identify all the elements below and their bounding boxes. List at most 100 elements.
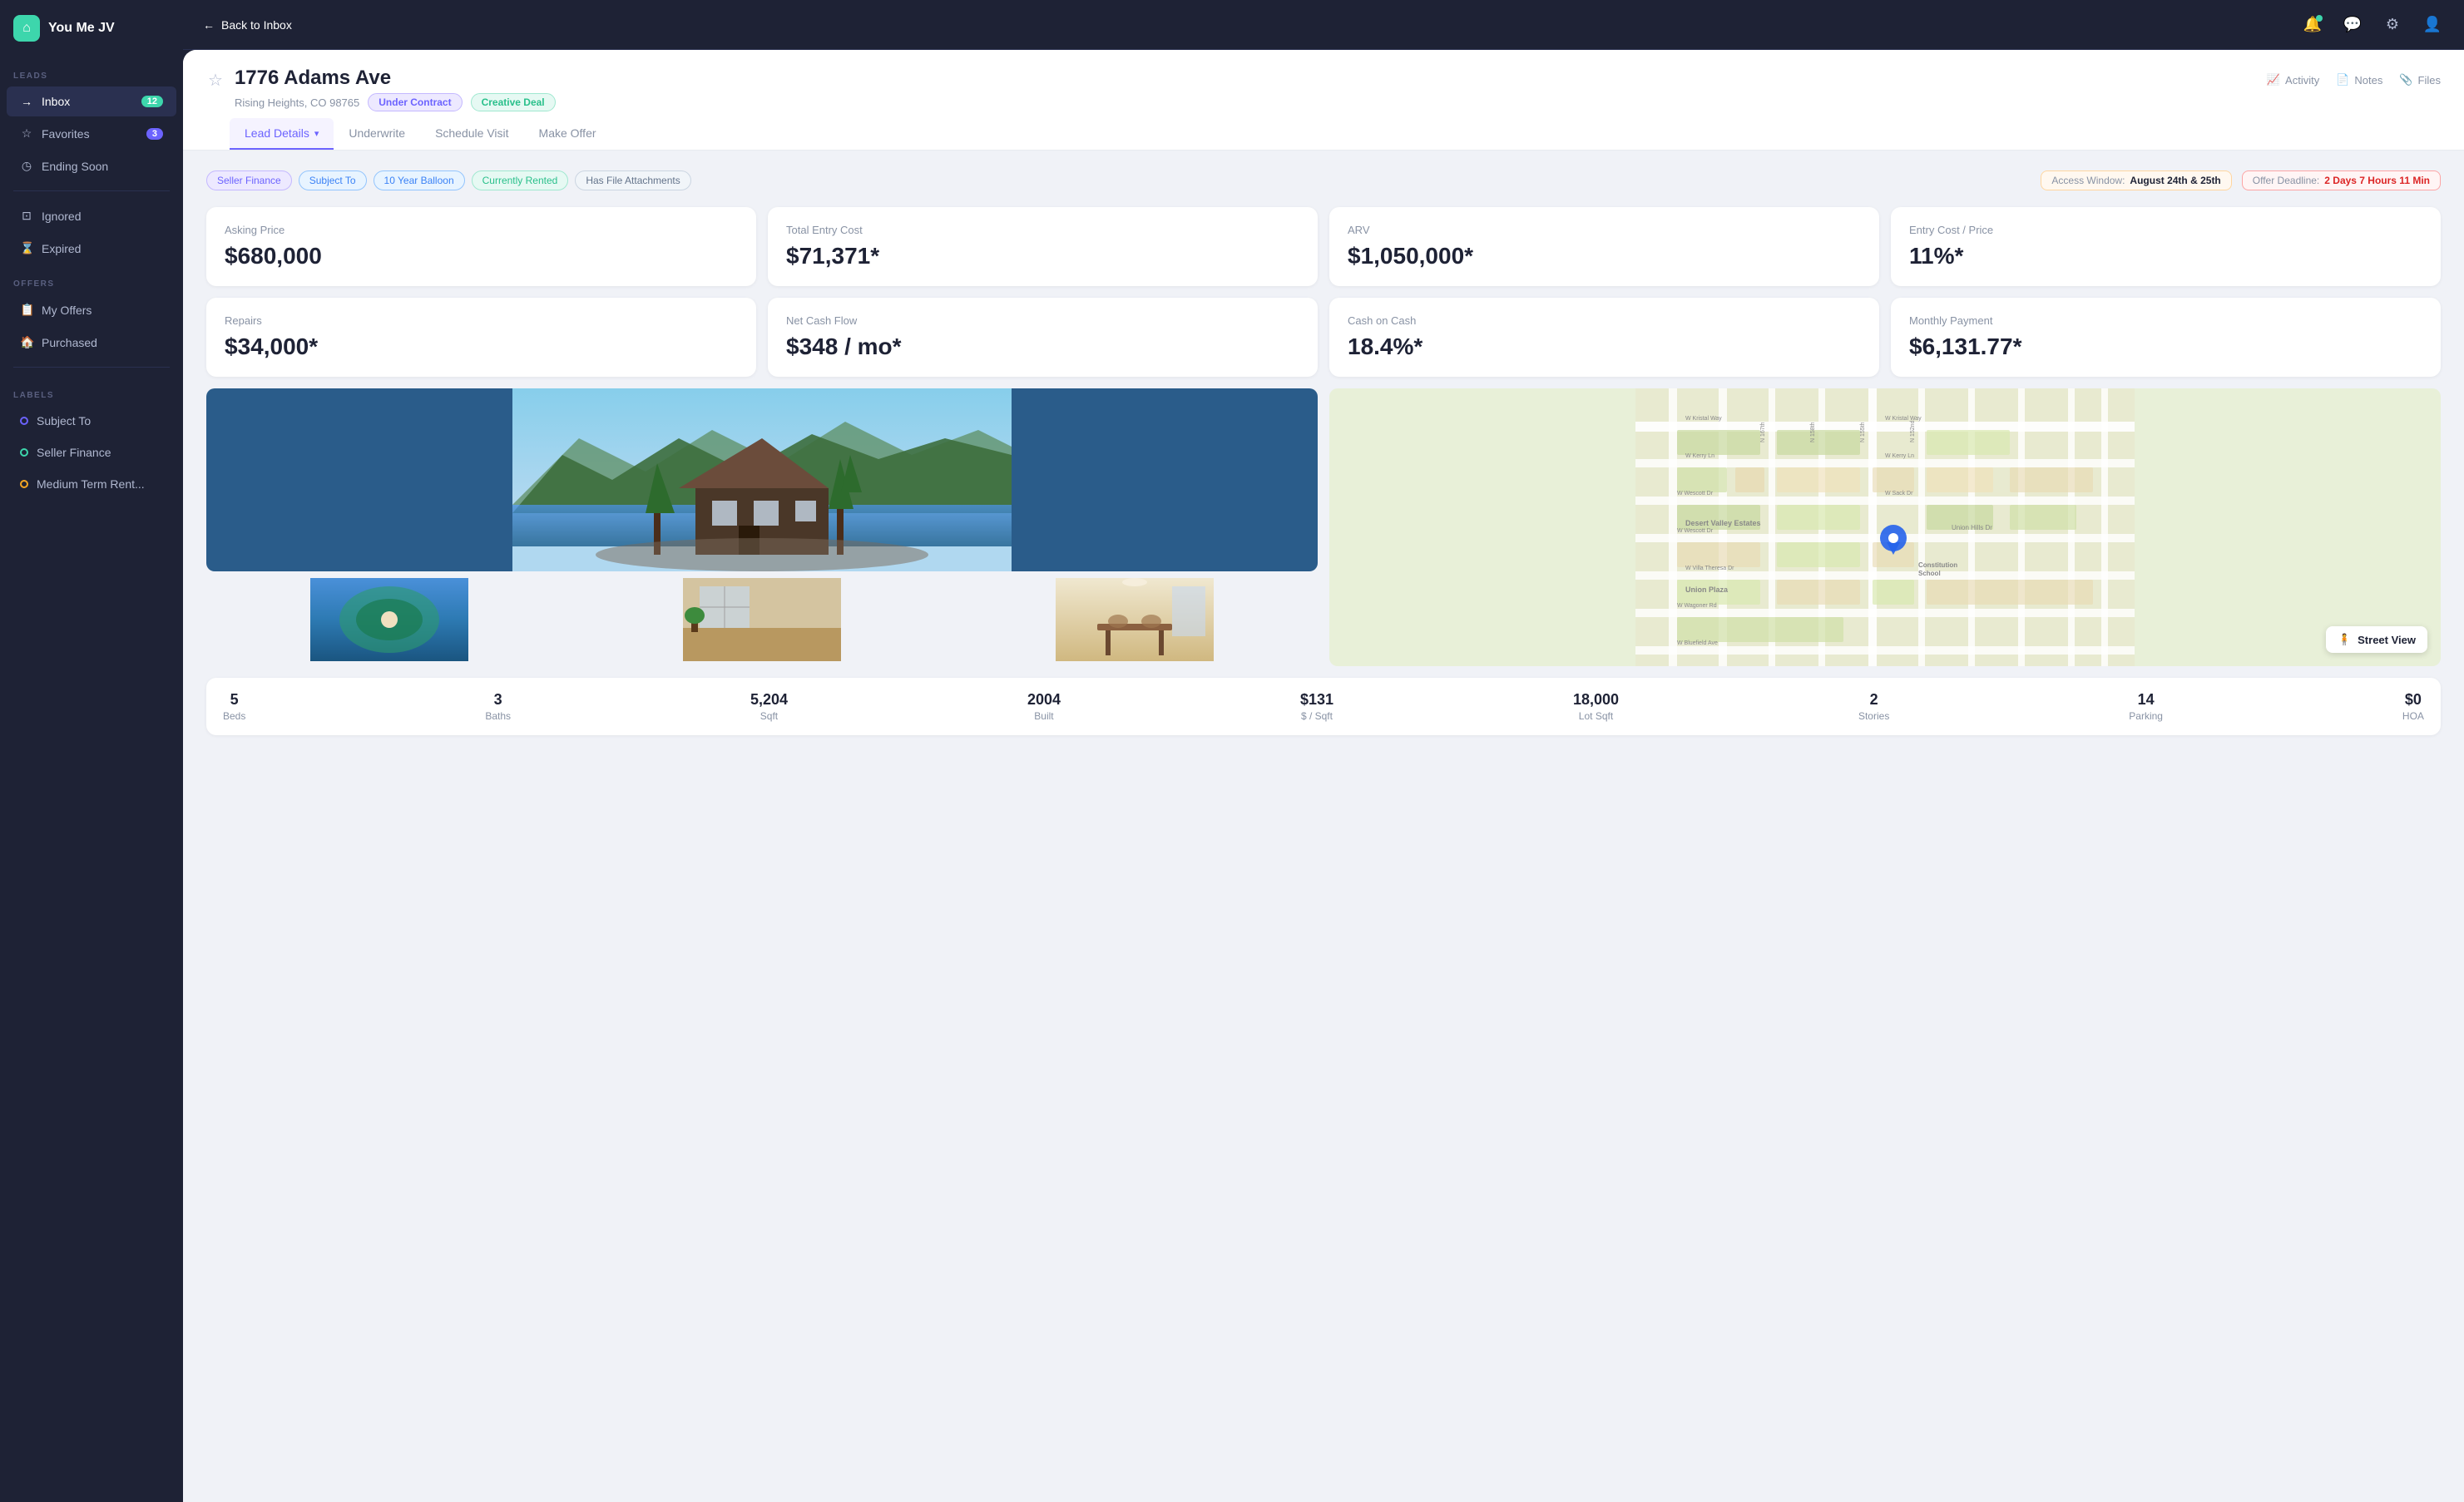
notes-button[interactable]: 📄 Notes — [2336, 67, 2382, 93]
sqft-label: Sqft — [750, 710, 788, 722]
stat-value-monthly-payment: $6,131.77* — [1909, 334, 2422, 360]
tab-make-offer[interactable]: Make Offer — [524, 118, 611, 150]
prop-stat-baths: 3 Baths — [485, 691, 511, 722]
stat-card-repairs: Repairs $34,000* — [206, 298, 756, 377]
svg-text:W Kerry Ln: W Kerry Ln — [1885, 453, 1914, 459]
profile-icon[interactable]: 👤 — [2421, 13, 2444, 37]
stat-value-net-cash-flow: $348 / mo* — [786, 334, 1299, 360]
svg-text:W Wescott Dr: W Wescott Dr — [1677, 491, 1714, 497]
leads-section-label: LEADS — [0, 57, 183, 86]
label-dot-medium-term — [20, 480, 28, 488]
svg-text:W Wagoner Rd: W Wagoner Rd — [1677, 603, 1717, 609]
prop-stat-parking: 14 Parking — [2129, 691, 2163, 722]
price-sqft-label: $ / Sqft — [1300, 710, 1333, 722]
inbox-badge: 12 — [141, 96, 163, 107]
sidebar-item-label-ending-soon: Ending Soon — [42, 160, 108, 173]
sidebar-item-my-offers[interactable]: 📋 My Offers — [7, 294, 176, 325]
property-info: 1776 Adams Ave Rising Heights, CO 98765 … — [235, 67, 2257, 111]
svg-text:Constitution: Constitution — [1918, 561, 1957, 569]
property-header: ☆ 1776 Adams Ave Rising Heights, CO 9876… — [183, 50, 2464, 151]
tag-10-year-balloon: 10 Year Balloon — [374, 170, 465, 190]
divider-2 — [13, 367, 170, 368]
notification-dot — [2316, 15, 2323, 22]
property-title-row: ☆ 1776 Adams Ave Rising Heights, CO 9876… — [206, 67, 2441, 111]
sidebar-item-label-seller-finance[interactable]: Seller Finance — [7, 437, 176, 467]
thumbnail-3[interactable] — [952, 578, 1318, 661]
svg-text:W Kristal Way: W Kristal Way — [1685, 416, 1722, 422]
sidebar-item-expired[interactable]: ⌛ Expired — [7, 233, 176, 264]
tab-lead-details[interactable]: Lead Details ▾ — [230, 118, 334, 150]
svg-text:N 167th: N 167th — [1760, 422, 1766, 442]
stories-label: Stories — [1858, 710, 1889, 722]
files-icon: 📎 — [2399, 73, 2412, 86]
prop-stat-price-sqft: $131 $ / Sqft — [1300, 691, 1333, 722]
label-text-medium-term: Medium Term Rent... — [37, 477, 145, 491]
thumbnail-2[interactable] — [579, 578, 945, 661]
svg-text:N 155th: N 155th — [1860, 422, 1866, 442]
stat-value-cash-on-cash: 18.4%* — [1348, 334, 1861, 360]
sidebar-item-label-ignored: Ignored — [42, 210, 81, 223]
labels-section-label: LABELS — [0, 376, 183, 405]
files-button[interactable]: 📎 Files — [2399, 67, 2441, 93]
activity-button[interactable]: 📈 Activity — [2267, 67, 2319, 93]
svg-text:W Sack Dr: W Sack Dr — [1885, 491, 1913, 497]
baths-label: Baths — [485, 710, 511, 722]
tags-row: Seller Finance Subject To 10 Year Balloo… — [206, 170, 2441, 190]
lot-sqft-value: 18,000 — [1573, 691, 1619, 709]
tab-lead-details-label: Lead Details — [245, 126, 309, 140]
tab-schedule-visit[interactable]: Schedule Visit — [420, 118, 523, 150]
sidebar-item-purchased[interactable]: 🏠 Purchased — [7, 327, 176, 358]
parking-label: Parking — [2129, 710, 2163, 722]
inbox-icon: → — [20, 95, 33, 108]
stat-card-net-cash-flow: Net Cash Flow $348 / mo* — [768, 298, 1318, 377]
beds-label: Beds — [223, 710, 245, 722]
divider-1 — [13, 190, 170, 191]
street-view-button[interactable]: 🧍 Street View — [2326, 626, 2427, 653]
notification-icon[interactable]: 🔔 — [2301, 13, 2324, 37]
back-button[interactable]: ← Back to Inbox — [203, 18, 292, 32]
activity-label: Activity — [2285, 74, 2319, 86]
offer-deadline-label: Offer Deadline: — [2253, 175, 2320, 186]
main-photo[interactable] — [206, 388, 1318, 571]
deal-type-badge: Creative Deal — [471, 93, 556, 111]
lot-sqft-label: Lot Sqft — [1573, 710, 1619, 722]
sidebar-item-label-medium-term[interactable]: Medium Term Rent... — [7, 469, 176, 499]
offers-section-label: OFFERS — [0, 264, 183, 294]
offer-deadline-badge: Offer Deadline: 2 Days 7 Hours 11 Min — [2242, 170, 2441, 190]
bottom-grid: W Kristal Way W Kristal Way W Kerry Ln W… — [206, 388, 2441, 666]
tab-underwrite[interactable]: Underwrite — [334, 118, 420, 150]
tab-make-offer-label: Make Offer — [539, 126, 596, 140]
svg-text:Desert Valley Estates: Desert Valley Estates — [1685, 519, 1761, 527]
purchased-icon: 🏠 — [20, 335, 33, 349]
settings-icon[interactable]: ⚙ — [2381, 13, 2404, 37]
clock-icon: ◷ — [20, 159, 33, 173]
offer-deadline-value: 2 Days 7 Hours 11 Min — [2324, 175, 2430, 186]
star-button[interactable]: ☆ — [206, 68, 225, 92]
svg-text:W Bluefield Ave: W Bluefield Ave — [1677, 640, 1718, 646]
thumbnail-1[interactable] — [206, 578, 572, 661]
stat-label-total-entry-cost: Total Entry Cost — [786, 224, 1299, 236]
stat-label-repairs: Repairs — [225, 314, 738, 327]
sidebar-item-label-expired: Expired — [42, 242, 81, 255]
sidebar-item-inbox[interactable]: → Inbox 12 — [7, 86, 176, 116]
prop-stat-sqft: 5,204 Sqft — [750, 691, 788, 722]
stat-card-entry-cost-price: Entry Cost / Price 11%* — [1891, 207, 2441, 286]
status-badge: Under Contract — [368, 93, 462, 111]
app-name: You Me JV — [48, 21, 115, 36]
prop-stat-beds: 5 Beds — [223, 691, 245, 722]
sidebar-item-favorites[interactable]: ☆ Favorites 3 — [7, 118, 176, 149]
sidebar: ⌂ You Me JV LEADS → Inbox 12 ☆ Favorites… — [0, 0, 183, 1502]
svg-text:W Kerry Ln: W Kerry Ln — [1685, 453, 1714, 459]
back-button-label: Back to Inbox — [221, 18, 292, 32]
built-value: 2004 — [1027, 691, 1061, 709]
label-text-seller-finance: Seller Finance — [37, 446, 111, 459]
topbar-icons: 🔔 💬 ⚙ 👤 — [2301, 13, 2444, 37]
beds-value: 5 — [223, 691, 245, 709]
stat-card-asking-price: Asking Price $680,000 — [206, 207, 756, 286]
sidebar-item-ending-soon[interactable]: ◷ Ending Soon — [7, 151, 176, 181]
message-icon[interactable]: 💬 — [2341, 13, 2364, 37]
sidebar-item-ignored[interactable]: ⊡ Ignored — [7, 200, 176, 231]
hoa-value: $0 — [2402, 691, 2424, 709]
price-sqft-value: $131 — [1300, 691, 1333, 709]
sidebar-item-label-subject-to[interactable]: Subject To — [7, 406, 176, 436]
